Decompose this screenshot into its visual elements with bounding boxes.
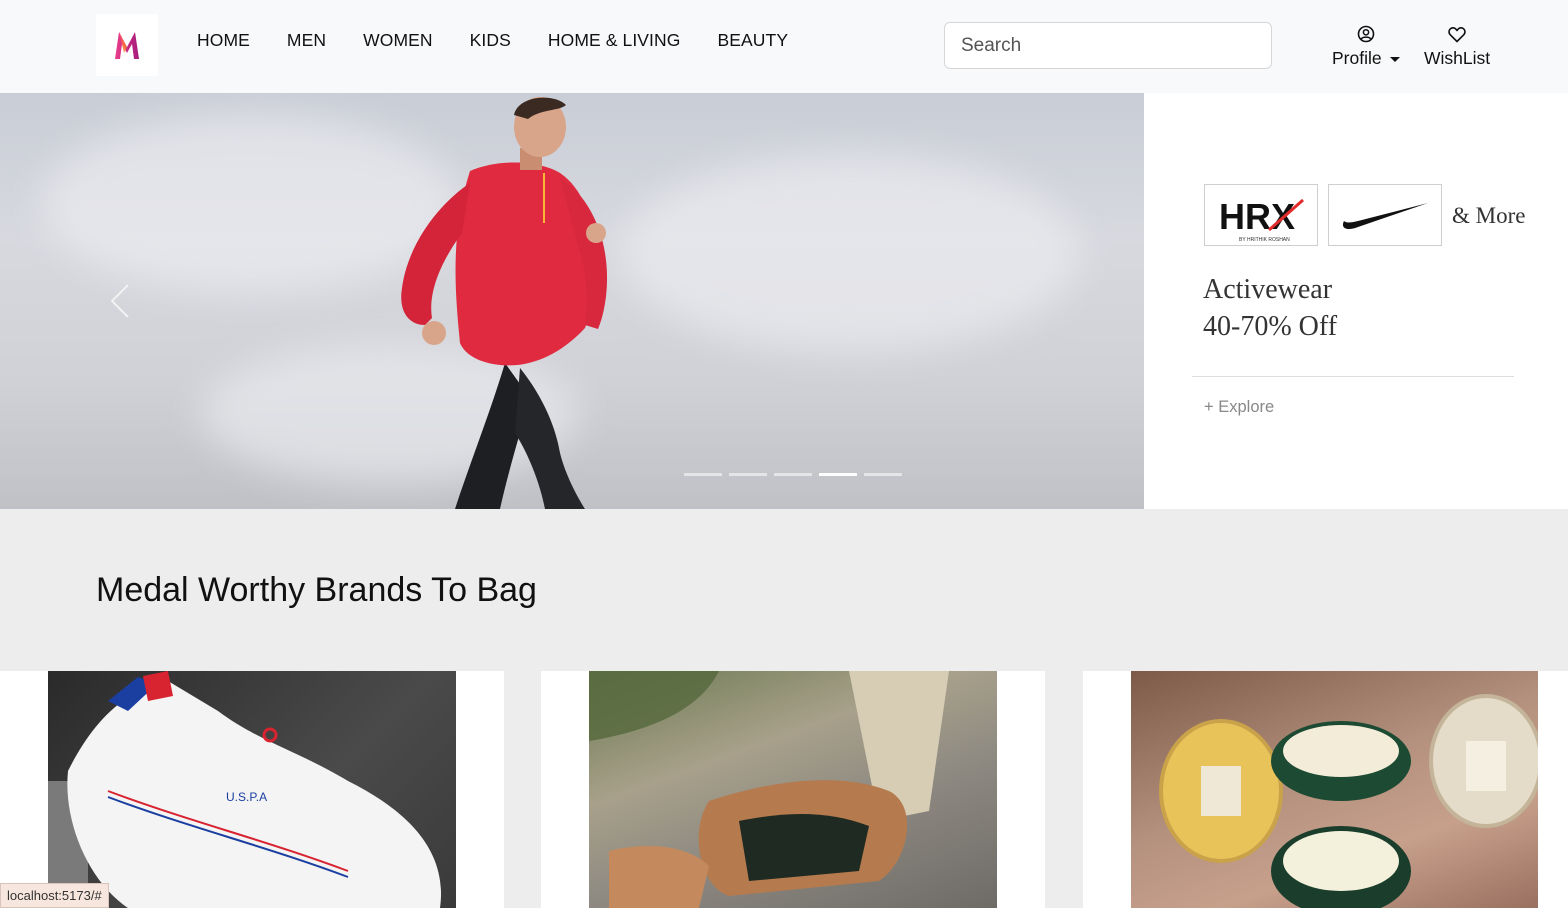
brand-logo-hrx: HRX BY HRITHIK ROSHAN — [1204, 184, 1318, 246]
brand-card[interactable]: U.S.P.A — [0, 671, 504, 908]
carousel-dot[interactable] — [774, 473, 812, 476]
promo-title: Activewear 40-70% Off — [1203, 271, 1337, 345]
runner-image — [401, 97, 608, 509]
promo-title-line2: 40-70% Off — [1203, 311, 1338, 342]
and-more-label: & More — [1452, 203, 1526, 228]
svg-text:U.S.P.A: U.S.P.A — [226, 790, 267, 804]
shoe-image — [589, 671, 997, 908]
carousel-dot-active[interactable] — [819, 473, 857, 476]
site-header: HOME MEN WOMEN KIDS HOME & LIVING BEAUTY… — [0, 0, 1568, 93]
nav-women[interactable]: WOMEN — [363, 30, 433, 51]
myntra-logo-icon[interactable] — [96, 14, 158, 76]
nav-men[interactable]: MEN — [287, 30, 326, 51]
user-circle-icon — [1357, 24, 1375, 44]
search-input[interactable] — [944, 22, 1272, 69]
divider — [1192, 376, 1514, 377]
main-nav: HOME MEN WOMEN KIDS HOME & LIVING BEAUTY — [197, 30, 788, 51]
explore-link[interactable]: + Explore — [1204, 398, 1274, 417]
nav-beauty[interactable]: BEAUTY — [717, 30, 788, 51]
carousel-dot[interactable] — [864, 473, 902, 476]
wishlist-label: WishList — [1424, 48, 1491, 68]
status-url: localhost:5173/# — [0, 883, 109, 908]
sneaker-image: U.S.P.A — [48, 671, 456, 908]
brand-card[interactable] — [1083, 671, 1568, 908]
body-butter-image — [1131, 671, 1538, 908]
section-title: Medal Worthy Brands To Bag — [96, 571, 537, 609]
svg-text:BY HRITHIK ROSHAN: BY HRITHIK ROSHAN — [1239, 237, 1290, 243]
hero-carousel[interactable] — [0, 93, 1144, 509]
promo-panel[interactable]: HRX BY HRITHIK ROSHAN & More Activewear … — [1144, 93, 1568, 509]
brand-card[interactable] — [541, 671, 1045, 908]
nav-home-living[interactable]: HOME & LIVING — [548, 30, 681, 51]
chevron-left-icon[interactable] — [108, 283, 132, 319]
caret-down-icon — [1389, 56, 1400, 62]
carousel-dot[interactable] — [684, 473, 722, 476]
profile-menu[interactable]: Profile — [1332, 24, 1400, 69]
nav-kids[interactable]: KIDS — [470, 30, 511, 51]
promo-title-line1: Activewear — [1203, 274, 1333, 305]
heart-icon — [1448, 24, 1466, 44]
brands-section: Medal Worthy Brands To Bag U.S.P.A — [0, 509, 1568, 908]
profile-label: Profile — [1332, 48, 1382, 68]
wishlist-link[interactable]: WishList — [1424, 24, 1490, 69]
nav-home[interactable]: HOME — [197, 30, 250, 51]
carousel-indicators — [684, 473, 902, 476]
brand-logo-nike — [1328, 184, 1442, 246]
carousel-dot[interactable] — [729, 473, 767, 476]
